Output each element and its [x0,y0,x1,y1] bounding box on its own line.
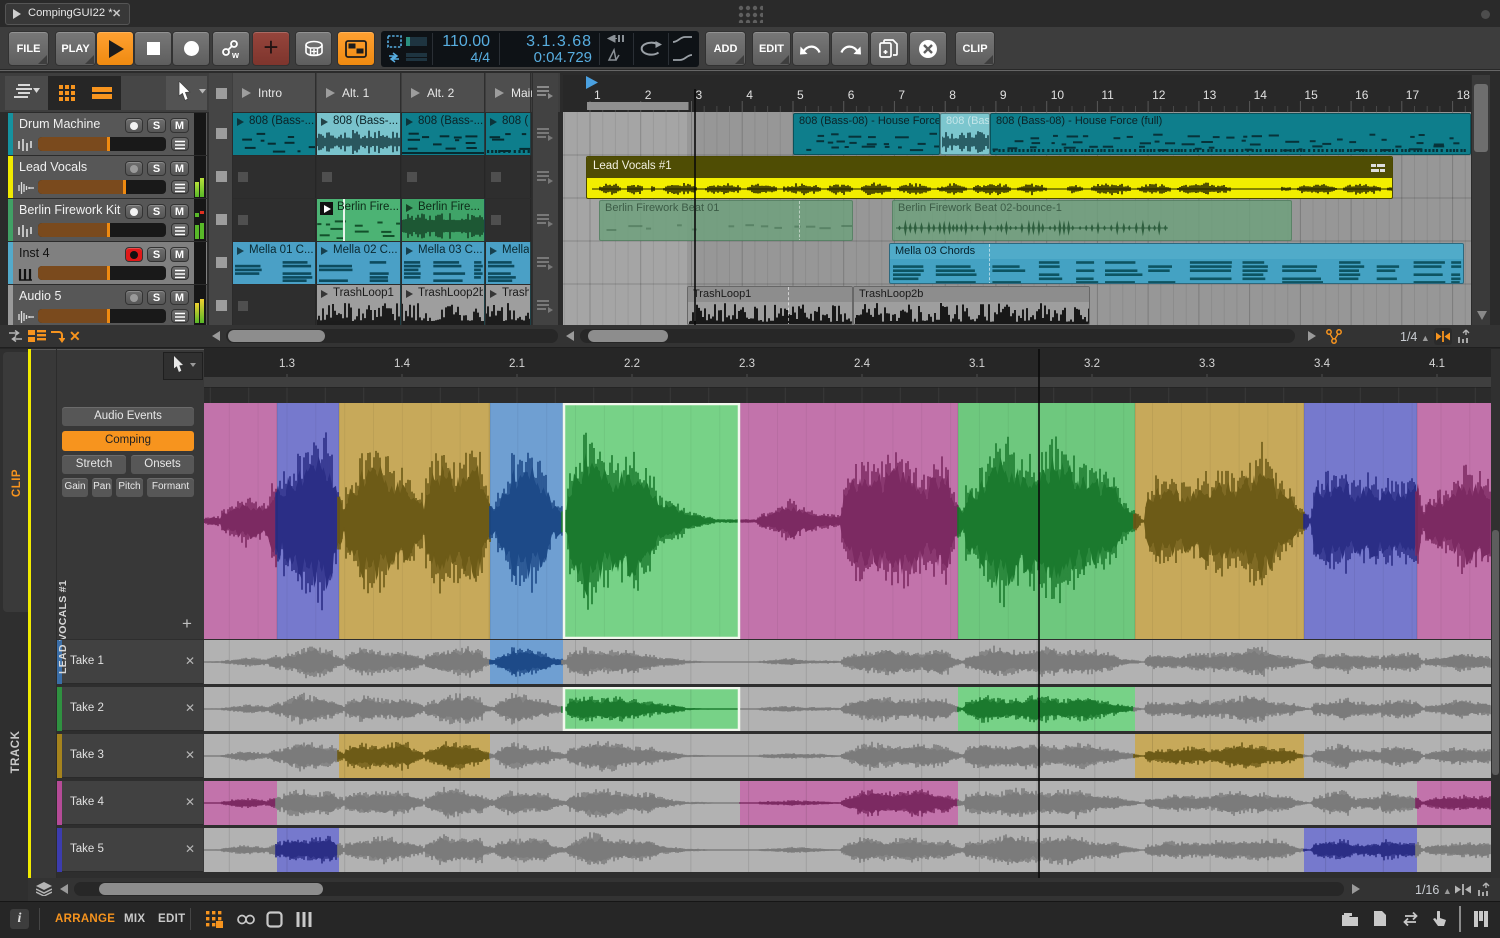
svg-text:10: 10 [1051,88,1065,102]
svg-text:13: 13 [1203,88,1217,102]
svg-text:18: 18 [1457,88,1471,102]
svg-text:9: 9 [1000,88,1007,102]
svg-text:15: 15 [1304,88,1318,102]
svg-text:3: 3 [696,88,703,102]
svg-text:5: 5 [797,88,804,102]
svg-text:6: 6 [848,88,855,102]
svg-text:4: 4 [746,88,753,102]
svg-text:2: 2 [645,88,652,102]
svg-text:8: 8 [949,88,956,102]
svg-text:7: 7 [898,88,905,102]
svg-text:11: 11 [1101,88,1114,102]
svg-text:17: 17 [1406,88,1420,102]
svg-text:w: w [231,50,240,59]
svg-text:12: 12 [1152,88,1166,102]
svg-text:1: 1 [594,88,601,102]
svg-text:14: 14 [1254,88,1268,102]
svg-text:16: 16 [1355,88,1369,102]
